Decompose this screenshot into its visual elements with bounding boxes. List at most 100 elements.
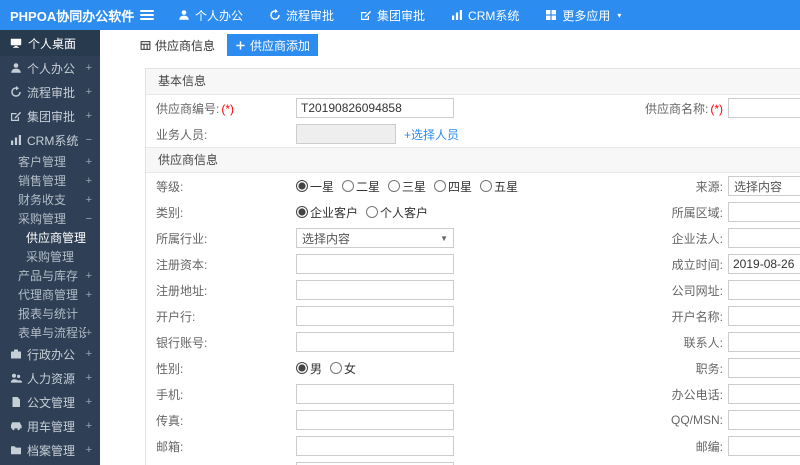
- form-row: 性别: 男女 职务:: [146, 355, 800, 381]
- field-label-source: 来源:: [695, 179, 723, 194]
- input-email[interactable]: [296, 436, 454, 456]
- sidebar-item-crm-system[interactable]: CRM系统 −: [0, 128, 100, 152]
- top-nav-item-crm-system[interactable]: CRM系统: [451, 7, 519, 24]
- tab-supplier-add[interactable]: 供应商添加: [227, 34, 319, 56]
- field-label-registered-address: 注册地址:: [156, 283, 208, 298]
- sidebar-item-sales-mgmt[interactable]: 销售管理 +: [0, 171, 100, 190]
- top-nav-item-process-approval[interactable]: 流程审批: [269, 7, 334, 24]
- form-row: 等级: 一星二星三星四星五星 来源: 选择内容▼: [146, 173, 800, 199]
- sidebar-item-product-stock[interactable]: 产品与库存 +: [0, 266, 100, 285]
- field-company-website: [723, 280, 800, 300]
- radio-category-0[interactable]: 企业客户: [296, 204, 358, 221]
- sidebar-item-admin-office[interactable]: 行政办公 +: [0, 342, 100, 366]
- sidebar-item-label: 客户管理: [18, 155, 67, 169]
- radio-input-category-0[interactable]: [296, 206, 308, 218]
- radio-group-gender: 男女: [296, 360, 364, 377]
- field-registered-capital: [296, 254, 606, 274]
- input-supplier-code[interactable]: [296, 98, 454, 118]
- sidebar-item-label: CRM系统: [10, 132, 86, 149]
- desktop-icon: [10, 38, 22, 48]
- form-row: 开户行: 开户名称:: [146, 303, 800, 329]
- field-zip-code: [723, 436, 800, 456]
- sidebar-item-process-approval[interactable]: 流程审批 +: [0, 80, 100, 104]
- radio-gender-1[interactable]: 女: [330, 360, 356, 377]
- radio-input-grade-3[interactable]: [434, 180, 447, 192]
- sidebar-item-purchase-mgmt[interactable]: 采购管理 −: [0, 209, 100, 228]
- sidebar-item-customer-mgmt[interactable]: 客户管理 +: [0, 152, 100, 171]
- input-registered-capital[interactable]: [296, 254, 454, 274]
- input-company-website[interactable]: [728, 280, 800, 300]
- sidebar-item-group-approval[interactable]: 集团审批 +: [0, 104, 100, 128]
- sidebar-item-supplier-mgmt[interactable]: 供应商管理: [0, 228, 100, 247]
- required-marker: (*): [710, 101, 723, 116]
- table-icon: [140, 40, 151, 50]
- radio-input-gender-0[interactable]: [296, 362, 308, 374]
- input-registered-address[interactable]: [296, 280, 454, 300]
- field-label-company-website: 公司网址:: [671, 283, 723, 298]
- form-row: 所属行业: 选择内容 ▼ 企业法人:: [146, 225, 800, 251]
- radio-input-grade-4[interactable]: [480, 180, 493, 192]
- top-nav-item-more-apps[interactable]: 更多应用 ▾: [545, 7, 621, 24]
- sidebar-item-purchasing[interactable]: 采购管理: [0, 247, 100, 266]
- input-mobile[interactable]: [296, 384, 454, 404]
- flow-icon: [11, 86, 21, 97]
- radio-input-gender-1[interactable]: [330, 362, 343, 374]
- sidebar-item-personal-office[interactable]: 个人办公 +: [0, 56, 100, 80]
- input-account-name[interactable]: [728, 306, 800, 326]
- input-business-person[interactable]: [296, 124, 396, 144]
- radio-grade-1[interactable]: 二星: [342, 178, 380, 195]
- menu-toggle-icon[interactable]: [130, 10, 164, 20]
- top-nav-item-personal-office[interactable]: 个人办公: [178, 7, 243, 24]
- expander-icon: +: [85, 86, 92, 98]
- input-office-phone[interactable]: [728, 384, 800, 404]
- select-industry[interactable]: 选择内容 ▼: [296, 228, 454, 248]
- field-label-supplier-name: 供应商名称: (*): [644, 101, 723, 116]
- sidebar-item-form-flow-settings[interactable]: 表单与流程设置+: [0, 323, 100, 342]
- input-region[interactable]: [728, 202, 800, 222]
- radio-grade-2[interactable]: 三星: [388, 178, 426, 195]
- field-label-category: 类别:: [156, 205, 184, 220]
- radio-gender-0[interactable]: 男: [296, 360, 322, 377]
- briefcase-icon: [11, 349, 21, 359]
- input-supplier-name[interactable]: [728, 98, 800, 118]
- input-legal-person[interactable]: [728, 228, 800, 248]
- radio-grade-3[interactable]: 四星: [434, 178, 472, 195]
- radio-input-grade-1[interactable]: [342, 180, 355, 192]
- link-select-person[interactable]: +选择人员: [404, 126, 459, 143]
- input-fax[interactable]: [296, 410, 454, 430]
- tab-supplier-info[interactable]: 供应商信息: [132, 34, 223, 56]
- radio-input-category-1[interactable]: [366, 206, 379, 218]
- input-position[interactable]: [728, 358, 800, 378]
- radio-category-1[interactable]: 个人客户: [366, 204, 428, 221]
- input-qq-msn[interactable]: [728, 410, 800, 430]
- field-label-registered-capital: 注册资本:: [156, 257, 208, 272]
- input-contact[interactable]: [728, 332, 800, 352]
- select-source[interactable]: 选择内容▼: [728, 176, 800, 196]
- top-nav-item-group-approval[interactable]: 集团审批: [360, 7, 425, 24]
- sidebar-item-finance[interactable]: 财务收支 +: [0, 190, 100, 209]
- sidebar-menu: 个人办公 + 流程审批 + 集团审批 + CRM系统 − 客户管理 + 销售管理 + 财务收支 + 采购管理…: [0, 56, 100, 462]
- main-content: 供应商信息 供应商添加 基本信息供应商编号:(*) 供应商名称:(*) 业务人员: +选…: [100, 30, 800, 465]
- sidebar-item-doc-mgmt[interactable]: 公文管理 +: [0, 390, 100, 414]
- expander-icon: +: [85, 288, 92, 301]
- user-icon: [179, 10, 189, 20]
- input-bank-account[interactable]: [296, 332, 454, 352]
- field-source: 选择内容▼: [723, 176, 800, 196]
- field-business-person: +选择人员: [296, 124, 606, 144]
- sidebar-item-archive-mgmt[interactable]: 档案管理 +: [0, 438, 100, 462]
- input-bank[interactable]: [296, 306, 454, 326]
- field-supplier-code: [296, 98, 606, 118]
- sidebar-item-agent-mgmt[interactable]: 代理商管理 +: [0, 285, 100, 304]
- sidebar-item-desktop[interactable]: 个人桌面: [0, 30, 100, 56]
- sidebar-item-hr[interactable]: 人力资源 +: [0, 366, 100, 390]
- field-label-qq-msn: QQ/MSN:: [670, 413, 723, 427]
- radio-grade-0[interactable]: 一星: [296, 178, 334, 195]
- sidebar-item-vehicle-mgmt[interactable]: 用车管理 +: [0, 414, 100, 438]
- input-zip-code[interactable]: [728, 436, 800, 456]
- radio-grade-4[interactable]: 五星: [480, 178, 518, 195]
- radio-group-category: 企业客户 个人客户: [296, 204, 436, 221]
- radio-input-grade-2[interactable]: [388, 180, 401, 192]
- radio-input-grade-0[interactable]: [296, 180, 308, 192]
- sidebar-item-reports[interactable]: 报表与统计: [0, 304, 100, 323]
- input-founding-date[interactable]: [728, 254, 800, 274]
